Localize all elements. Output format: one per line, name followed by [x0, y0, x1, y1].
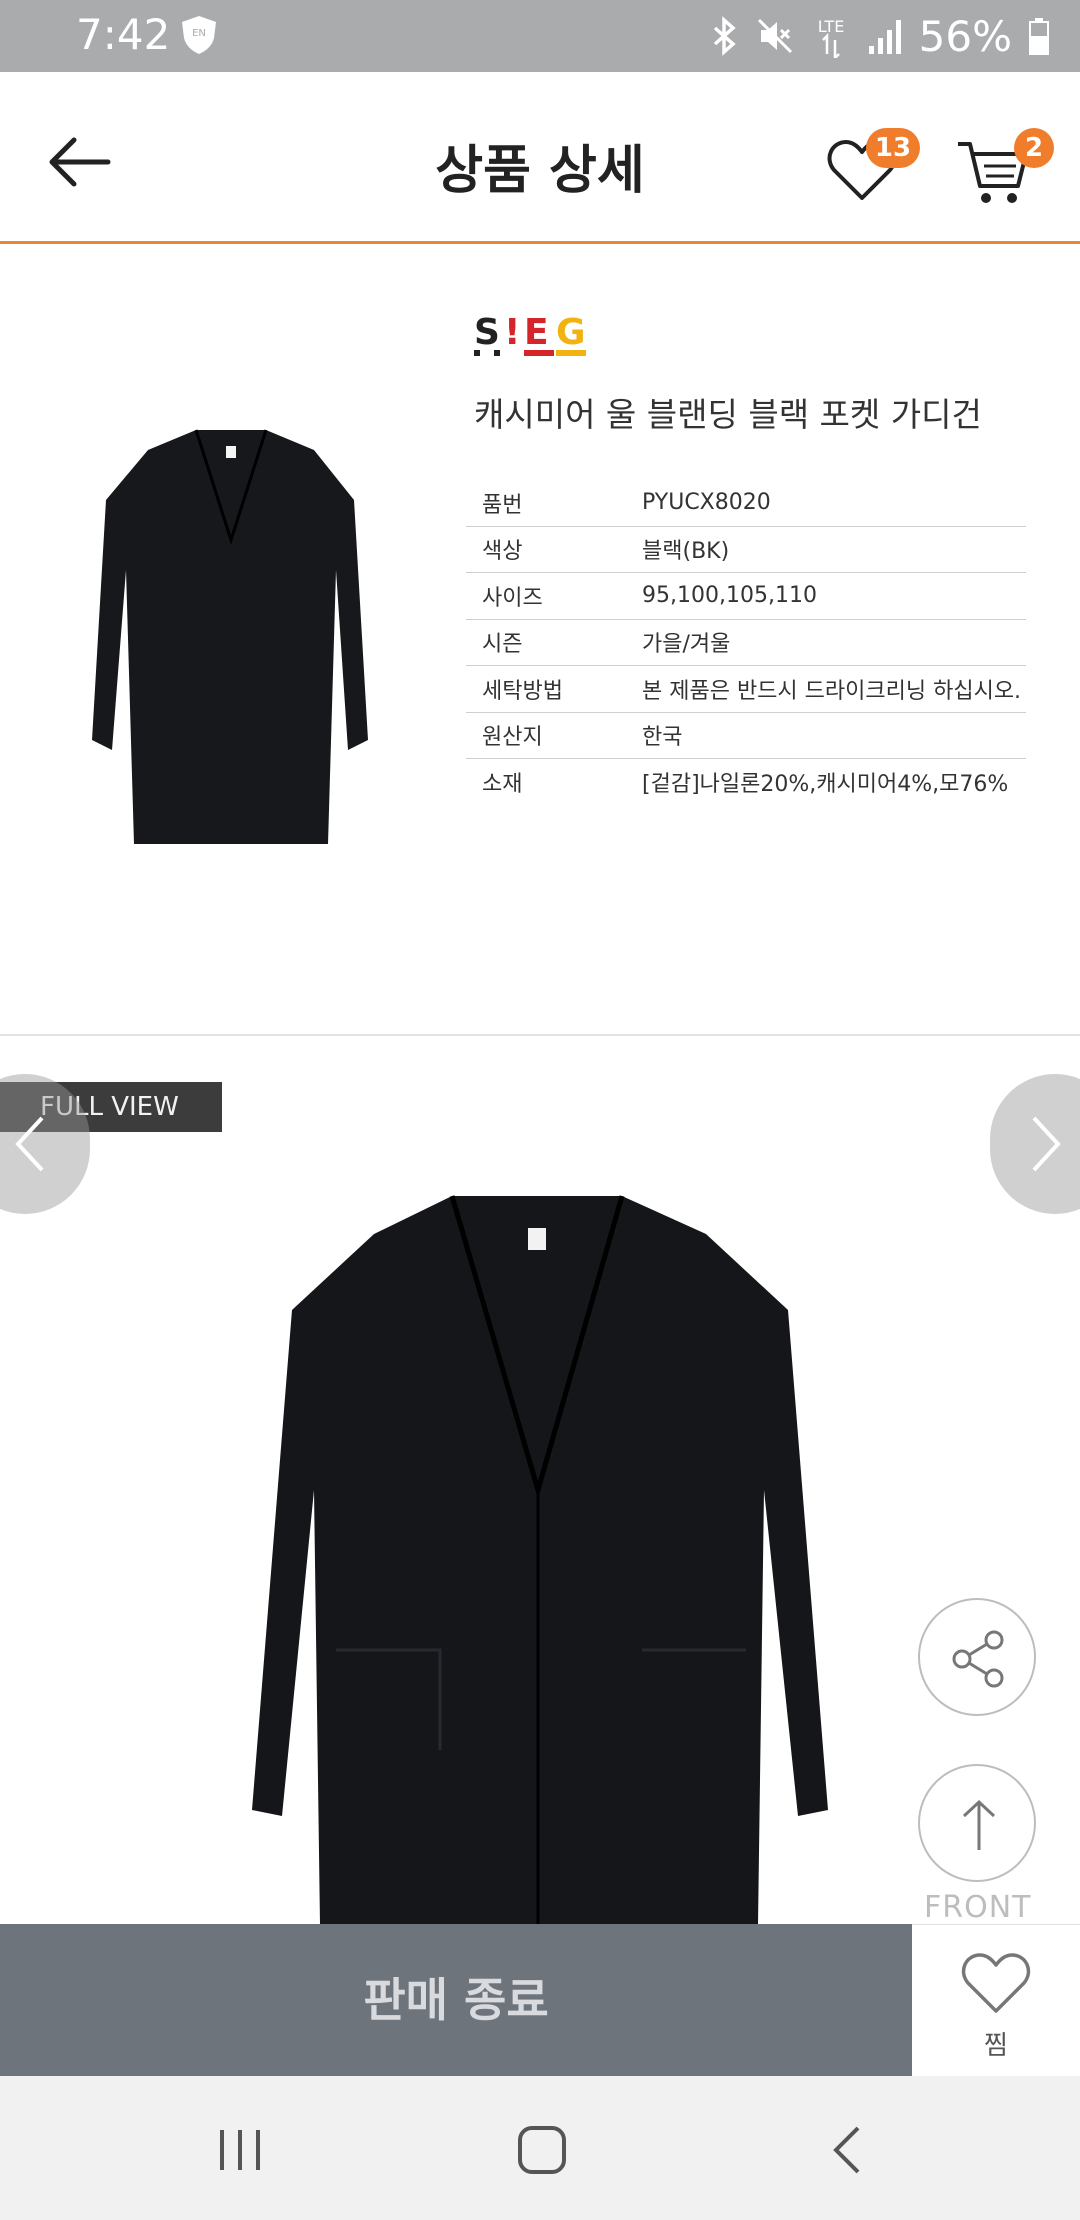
- heart-icon: [961, 1953, 1031, 2013]
- product-thumbnail-image: [92, 429, 368, 844]
- spec-value: [겉감]나일론20%,캐시미어4%,모76%: [642, 772, 1009, 798]
- brand-logo: S ! E G: [474, 312, 586, 356]
- bluetooth-icon: [713, 16, 736, 56]
- spec-table: 품번 PYUCX8020 색상 블랙(BK) 사이즈 95,100,105,11…: [466, 480, 1026, 806]
- section-divider: [0, 1034, 1080, 1036]
- svg-text:S: S: [474, 312, 502, 353]
- spec-value: PYUCX8020: [642, 490, 771, 516]
- share-button[interactable]: [918, 1598, 1036, 1716]
- spec-label: 세탁방법: [482, 678, 563, 704]
- spec-value: 가을/겨울: [642, 632, 731, 658]
- battery-icon: [1029, 18, 1049, 55]
- spec-row-size: 사이즈 95,100,105,110: [466, 573, 1026, 620]
- svg-text:EN: EN: [192, 28, 206, 39]
- recent-apps-icon[interactable]: [210, 2122, 270, 2178]
- scroll-top-button[interactable]: [918, 1764, 1036, 1882]
- zzim-button[interactable]: 찜: [912, 1924, 1080, 2076]
- system-back-icon[interactable]: [818, 2122, 878, 2178]
- spec-value: 95,100,105,110: [642, 583, 817, 609]
- spec-row-material: 소재 [겉감]나일론20%,캐시미어4%,모76%: [466, 759, 1026, 806]
- spec-label: 시즌: [482, 632, 523, 658]
- front-label: FRONT: [924, 1890, 1032, 1925]
- system-nav-bar: [0, 2076, 1080, 2220]
- lte-icon: LTE: [817, 17, 844, 58]
- spec-row-item-number: 품번 PYUCX8020: [466, 480, 1026, 527]
- share-icon: [952, 1630, 1004, 1688]
- chevron-left-icon: [15, 1116, 44, 1172]
- spec-value: 블랙(BK): [642, 539, 730, 565]
- app-header: 상품 상세: [0, 72, 1080, 244]
- spec-row-color: 색상 블랙(BK): [466, 527, 1026, 573]
- arrow-up-icon: [962, 1799, 996, 1850]
- svg-text:LTE: LTE: [817, 17, 844, 36]
- spec-row-washing: 세탁방법 본 제품은 반드시 드라이크리닝 하십시오.: [466, 666, 1026, 713]
- shield-icon: EN: [182, 16, 216, 54]
- zzim-label: 찜: [984, 2031, 1008, 2061]
- status-bar: 7:42 EN LTE 56%: [0, 0, 1080, 72]
- cart-count-badge: 2: [1014, 128, 1054, 168]
- svg-text:!: !: [504, 312, 520, 353]
- sold-out-button[interactable]: 판매 종료: [0, 1924, 912, 2076]
- spec-row-season: 시즌 가을/겨울: [466, 620, 1026, 666]
- product-main-image: [252, 1195, 828, 1925]
- status-time: 7:42: [76, 10, 171, 59]
- spec-label: 색상: [482, 539, 523, 565]
- chevron-right-icon: [1032, 1116, 1061, 1172]
- product-name: 캐시미어 울 블랜딩 블랙 포켓 가디건: [474, 395, 982, 434]
- spec-label: 품번: [482, 492, 523, 518]
- spec-value: 본 제품은 반드시 드라이크리닝 하십시오.: [642, 678, 1022, 704]
- battery-percent: 56%: [918, 11, 1012, 61]
- gallery-next-button[interactable]: [990, 1074, 1080, 1214]
- svg-text:E: E: [524, 312, 549, 353]
- spec-label: 사이즈: [482, 585, 543, 611]
- spec-label: 원산지: [482, 725, 543, 751]
- home-icon[interactable]: [512, 2122, 572, 2178]
- spec-label: 소재: [482, 772, 523, 798]
- spec-row-origin: 원산지 한국: [466, 713, 1026, 759]
- spec-value: 한국: [642, 725, 683, 751]
- wishlist-count-badge: 13: [866, 128, 920, 168]
- mute-icon: [757, 18, 792, 54]
- svg-text:G: G: [556, 312, 586, 353]
- signal-icon: [868, 20, 901, 54]
